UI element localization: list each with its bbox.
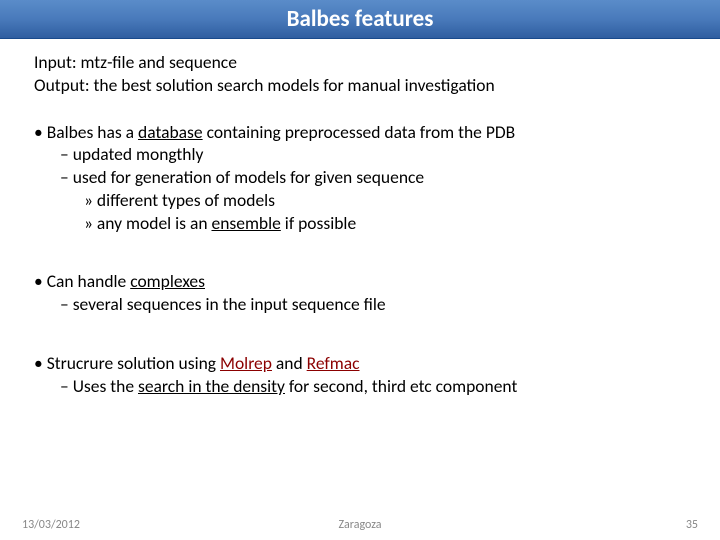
slide-body: Input: mtz-file and sequence Output: the… [0,39,720,397]
kw-search-density: search in the density [138,375,285,397]
bullet-structure: • Strucrure solution using Molrep and Re… [34,352,686,398]
bullet-database: • Balbes has a database containing prepr… [34,121,686,235]
slide-number: 35 [686,518,698,532]
footer-venue: Zaragoza [0,518,720,532]
kw-molrep: Molrep [220,352,272,374]
kw-complexes: complexes [130,270,205,292]
output-line: Output: the best solution search models … [34,74,686,97]
input-line: Input: mtz-file and sequence [34,51,686,74]
intro-block: Input: mtz-file and sequence Output: the… [34,51,686,97]
bullet-complexes: • Can handle complexes – several sequenc… [34,270,686,316]
slide-title: Balbes features [0,0,720,39]
kw-refmac: Refmac [307,352,360,374]
kw-ensemble: ensemble [211,212,280,234]
kw-database: database [138,121,203,143]
